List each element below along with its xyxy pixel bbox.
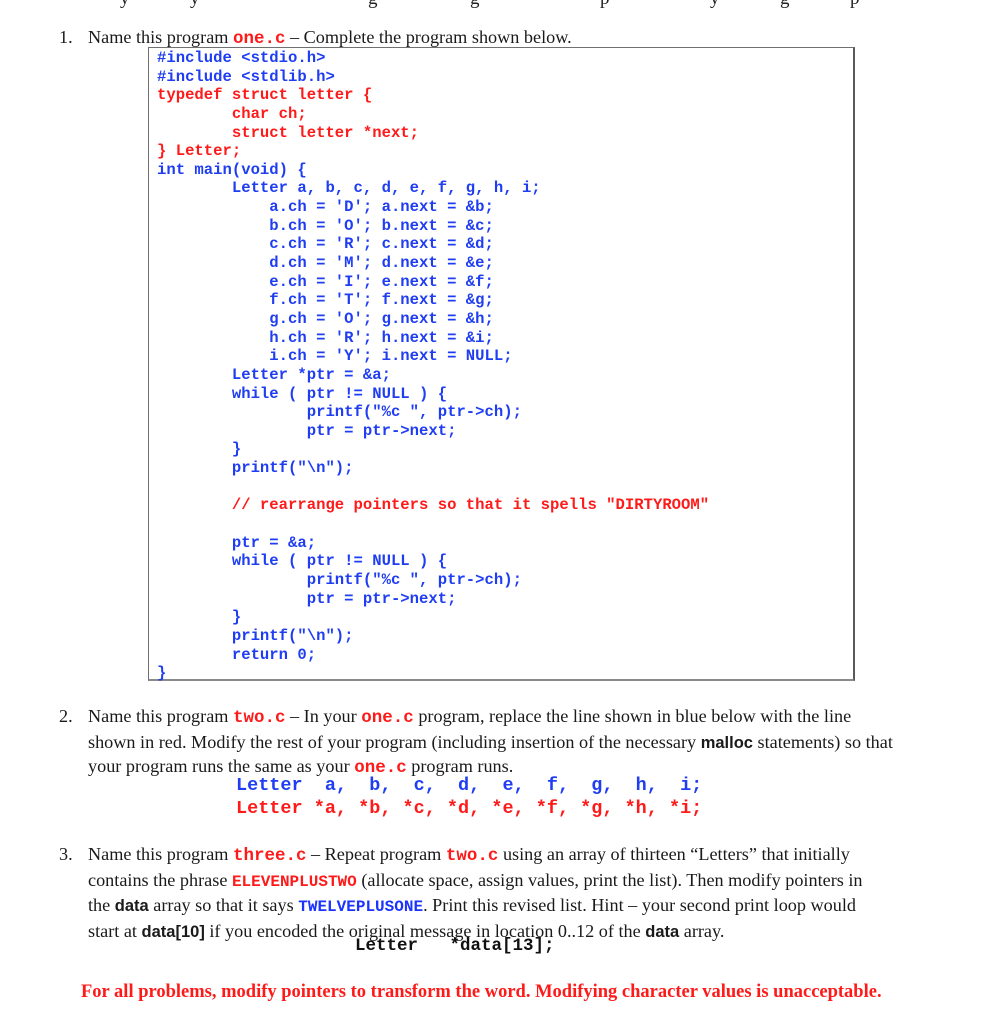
footer-note: For all problems, modify pointers to tra… (81, 982, 882, 1002)
code-line: ptr = ptr->next; (157, 421, 457, 440)
code-line: #include <stdio.h> (157, 49, 326, 67)
new-declaration-line: Letter *a, *b, *c, *d, *e, *f, *g, *h, *… (236, 798, 703, 819)
code-line: printf("\n"); (157, 459, 354, 478)
code-line: d.ch = 'M'; d.next = &e; (157, 254, 494, 273)
code-line: typedef struct letter { (157, 86, 373, 105)
code-line: } (157, 608, 242, 627)
code-line: h.ch = 'R'; h.next = &i; (157, 328, 494, 347)
old-declaration-line: Letter a, b, c, d, e, f, g, h, i; (236, 775, 703, 796)
code-line: return 0; (157, 645, 317, 664)
problem-number: 1. (59, 27, 73, 47)
program-ref: two.c (445, 846, 499, 866)
malloc-keyword: malloc (700, 733, 753, 752)
program-name: one.c (232, 29, 286, 49)
code-line: Letter *ptr = &a; (157, 365, 391, 384)
code-line: i.ch = 'Y'; i.next = NULL; (157, 347, 513, 366)
code-line: } (157, 440, 242, 459)
data-array-declaration: Letter *data[13]; (355, 936, 555, 956)
target-phrase: TWELVEPLUSONE (298, 898, 424, 916)
problem-number: 3. (59, 844, 73, 864)
code-line: } Letter; (157, 142, 242, 161)
code-line: #include <stdlib.h> (157, 67, 335, 86)
program-name: two.c (232, 708, 286, 728)
code-line: a.ch = 'D'; a.next = &b; (157, 198, 494, 217)
code-line: char ch; (157, 104, 307, 123)
clipped-previous-line: yyggpygp (0, 0, 998, 8)
code-line: while ( ptr != NULL ) { (157, 552, 448, 571)
code-line: f.ch = 'T'; f.next = &g; (157, 291, 494, 310)
code-line: int main(void) { (157, 160, 307, 179)
array-name: data (114, 897, 149, 915)
code-line: printf("%c ", ptr->ch); (157, 403, 522, 422)
code-line: Letter a, b, c, d, e, f, g, h, i; (157, 179, 541, 198)
program-name: three.c (232, 846, 307, 866)
problem-3-text: 3. Name this program three.c – Repeat pr… (59, 844, 863, 941)
original-phrase: ELEVENPLUSTWO (231, 872, 357, 891)
start-index: data[10] (141, 922, 205, 941)
code-line: printf("%c ", ptr->ch); (157, 570, 522, 589)
code-line: // rearrange pointers so that it spells … (157, 496, 710, 515)
code-line: e.ch = 'I'; e.next = &f; (157, 272, 494, 291)
problem-2-text: 2. Name this program two.c – In your one… (59, 706, 893, 778)
code-line: while ( ptr != NULL ) { (157, 384, 448, 403)
code-line: ptr = ptr->next; (157, 589, 457, 608)
problem-number: 2. (59, 706, 73, 726)
program-ref: one.c (361, 708, 414, 728)
code-line: c.ch = 'R'; c.next = &d; (157, 235, 494, 254)
array-name: data (645, 922, 680, 941)
code-listing: #include <stdio.h> #include <stdlib.h> typ… (148, 47, 855, 683)
code-line: b.ch = 'O'; b.next = &c; (157, 216, 494, 235)
code-line: printf("\n"); (157, 626, 354, 645)
code-line: g.ch = 'O'; g.next = &h; (157, 309, 494, 328)
code-line: } (157, 664, 167, 683)
code-line: struct letter *next; (157, 123, 420, 142)
code-line: ptr = &a; (157, 533, 317, 552)
